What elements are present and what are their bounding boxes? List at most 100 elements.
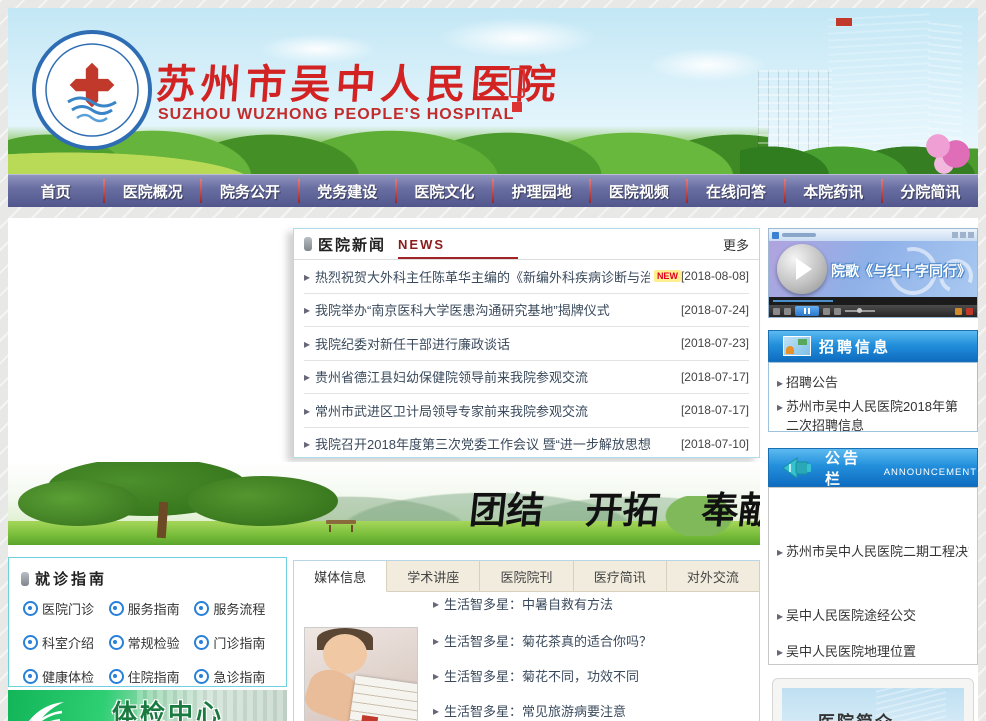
video-caption: 院歌《与红十字同行》	[831, 261, 971, 281]
arrow-icon	[433, 596, 444, 611]
news-row: 贵州省德江县妇幼保健院领导前来我院参观交流 [2018-07-17]	[304, 361, 749, 395]
checkup-center-banner[interactable]: 体检中心	[8, 690, 287, 721]
guide-link-service-guide[interactable]: 服务指南	[109, 599, 195, 618]
tab-lectures[interactable]: 学术讲座	[387, 561, 480, 591]
media-link[interactable]: 生活智多星：菊花茶真的适合你吗？	[444, 631, 652, 650]
close-icon[interactable]	[968, 232, 974, 238]
news-link[interactable]: 我院召开2018年度第三次党委工作会议 暨“进一步解放思想	[315, 434, 651, 453]
media-row: 生活智多星：菊花茶真的适合你吗？	[433, 631, 652, 650]
hospital-logo-icon	[30, 28, 154, 152]
news-link[interactable]: 常州市武进区卫计局领导专家前来我院参观交流	[315, 401, 588, 420]
new-badge: NEW	[654, 270, 681, 282]
nav-item-videos[interactable]: 医院视频	[591, 181, 686, 202]
bench-decoration	[326, 520, 356, 532]
next-button[interactable]	[823, 308, 830, 315]
guide-link-inpatient-guide[interactable]: 住院指南	[109, 667, 195, 686]
news-link[interactable]: 贵州省德江县妇幼保健院领导前来我院参观交流	[315, 367, 588, 386]
tab-media-info[interactable]: 媒体信息	[294, 561, 387, 592]
player-controls	[769, 305, 977, 317]
nav-item-public-affairs[interactable]: 院务公开	[202, 181, 297, 202]
recruit-link[interactable]: 苏州市吴中人民医院2018年第二次招聘信息	[786, 397, 969, 435]
news-date: [2018-07-10]	[681, 437, 749, 451]
guide-links-grid: 医院门诊 服务指南 服务流程 科室介绍 常规检验 门诊指南 健康体检 住院指南 …	[9, 589, 286, 686]
eject-button[interactable]	[834, 308, 841, 315]
nav-item-nursing[interactable]: 护理园地	[494, 181, 589, 202]
media-link[interactable]: 生活智多星：中暑自救有方法	[444, 594, 613, 613]
news-section: 医院新闻 NEWS 更多 热烈祝贺大外科主任陈革华主编的《新编外科疾病诊断与治 …	[293, 228, 760, 458]
nav-item-branch-news[interactable]: 分院简讯	[883, 181, 978, 202]
nav-item-party-building[interactable]: 党务建设	[300, 181, 395, 202]
news-link[interactable]: 我院纪委对新任干部进行廉政谈话	[315, 334, 510, 353]
settings-button[interactable]	[955, 308, 962, 315]
news-link[interactable]: 我院举办“南京医科大学医患沟通研究基地”揭牌仪式	[315, 300, 610, 319]
target-icon	[194, 669, 209, 684]
minimize-icon[interactable]	[952, 232, 958, 238]
announcement-link[interactable]: 苏州市吴中人民医院二期工程决策事	[786, 542, 969, 562]
tab-medical-briefs[interactable]: 医疗简讯	[574, 561, 667, 591]
tab-hospital-journal[interactable]: 医院院刊	[480, 561, 573, 591]
hospital-building-image	[740, 8, 978, 174]
nav-item-home[interactable]: 首页	[8, 181, 103, 202]
media-link[interactable]: 生活智多星：菊花不同，功效不同	[444, 666, 639, 685]
guide-link-service-flow[interactable]: 服务流程	[194, 599, 280, 618]
checkup-center-label: 体检中心	[112, 694, 224, 721]
news-header: 医院新闻 NEWS 更多	[294, 229, 759, 260]
pause-button[interactable]	[795, 306, 819, 316]
recruit-link[interactable]: 招聘公告	[786, 373, 838, 393]
volume-slider[interactable]	[845, 310, 875, 312]
play-button[interactable]	[777, 244, 827, 294]
media-row: 生活智多星：常见旅游病要注意	[433, 701, 626, 720]
nav-item-qa[interactable]: 在线问答	[688, 181, 783, 202]
previous-button[interactable]	[784, 308, 791, 315]
nav-item-culture[interactable]: 医院文化	[397, 181, 492, 202]
arrow-icon	[304, 269, 315, 284]
progress-bar[interactable]	[769, 297, 977, 305]
announcement-link[interactable]: 吴中人民医院地理位置	[786, 642, 916, 662]
news-row: 热烈祝贺大外科主任陈革华主编的《新编外科疾病诊断与治 NEW [2018-08-…	[304, 260, 749, 294]
news-list: 热烈祝贺大外科主任陈革华主编的《新编外科疾病诊断与治 NEW [2018-08-…	[294, 260, 759, 460]
nav-item-overview[interactable]: 医院概况	[105, 181, 200, 202]
site-header: 苏州市吴中人民医院 SUZHOU WUZHONG PEOPLE'S HOSPIT…	[8, 8, 978, 174]
guide-link-lab-tests[interactable]: 常规检验	[109, 633, 195, 652]
media-row: 生活智多星：中暑自救有方法	[433, 594, 613, 613]
news-date: [2018-07-24]	[681, 303, 749, 317]
megaphone-icon	[781, 455, 815, 481]
maximize-icon[interactable]	[960, 232, 966, 238]
arrow-icon	[304, 302, 315, 317]
stop-button[interactable]	[773, 308, 780, 315]
guide-link-health-checkup[interactable]: 健康体检	[23, 667, 109, 686]
nav-item-pharmacy-news[interactable]: 本院药讯	[786, 181, 881, 202]
target-icon	[109, 601, 124, 616]
guide-link-emergency-guide[interactable]: 急诊指南	[194, 667, 280, 686]
slogan-word: 开拓	[583, 488, 662, 532]
hospital-intro-label: 医院简介	[818, 708, 894, 721]
arrow-icon	[304, 403, 315, 418]
target-icon	[109, 669, 124, 684]
news-date: [2018-07-23]	[681, 336, 749, 350]
slogan-word: 团结	[467, 488, 546, 532]
guide-header: 就诊指南	[9, 558, 286, 589]
right-sidebar: 院歌《与红十字同行》 招聘信息	[768, 218, 978, 721]
tab-external-exchange[interactable]: 对外交流	[667, 561, 759, 591]
record-button[interactable]	[966, 308, 973, 315]
news-link[interactable]: 热烈祝贺大外科主任陈革华主编的《新编外科疾病诊断与治	[315, 267, 650, 286]
media-tabs: 媒体信息 学术讲座 医院院刊 医疗简讯 对外交流	[294, 561, 759, 592]
arrow-icon	[304, 336, 315, 351]
news-row: 我院纪委对新任干部进行廉政谈话 [2018-07-23]	[304, 327, 749, 361]
window-buttons	[952, 232, 974, 238]
target-icon	[109, 635, 124, 650]
player-app-icon	[772, 232, 779, 239]
guide-link-departments[interactable]: 科室介绍	[23, 633, 109, 652]
recruit-header: 招聘信息	[768, 330, 978, 362]
news-section-title: 医院新闻	[318, 234, 386, 255]
announcement-link[interactable]: 吴中人民医院途经公交	[786, 606, 916, 626]
guide-link-outpatient-guide[interactable]: 门诊指南	[194, 633, 280, 652]
player-screen: 院歌《与红十字同行》	[769, 241, 977, 297]
arrow-icon	[777, 542, 786, 562]
hospital-intro-card[interactable]: 医院简介	[772, 678, 974, 721]
news-more-link[interactable]: 更多	[723, 235, 749, 254]
player-title-decoration	[782, 233, 816, 237]
guide-link-outpatient[interactable]: 医院门诊	[23, 599, 109, 618]
main-nav: 首页 医院概况 院务公开 党务建设 医院文化 护理园地 医院视频 在线问答 本院…	[8, 174, 978, 207]
media-link[interactable]: 生活智多星：常见旅游病要注意	[444, 701, 626, 720]
